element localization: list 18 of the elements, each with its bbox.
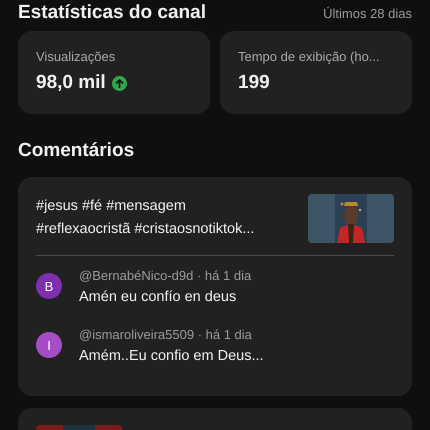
video-caption: #reflexaocristã #cristaosnotiktok... bbox=[36, 220, 254, 239]
stat-value: 98,0 mil bbox=[36, 72, 106, 94]
stat-value: 199 bbox=[238, 72, 270, 94]
stat-label: Visualizações bbox=[36, 49, 116, 64]
section-title: Comentários bbox=[18, 140, 136, 163]
period-label: Últimos 28 dias bbox=[323, 6, 412, 21]
comment-text: Amém..Eu confio em Deus... bbox=[79, 348, 264, 364]
section-title: Estatísticas do canal bbox=[18, 2, 206, 24]
stat-card[interactable]: Visualizações 98,0 mil bbox=[18, 31, 210, 114]
comment-text: Amén eu confío en deus bbox=[79, 289, 238, 305]
stat-card[interactable]: Tempo de exibição (ho... 199 bbox=[220, 31, 412, 114]
comment-meta: @BernabéNico-d9d · há 1 dia bbox=[79, 268, 252, 283]
video-caption: #jesus #fé #mensagem bbox=[36, 197, 187, 216]
comment-meta: @ismaroliveira5509 · há 1 dia bbox=[79, 327, 253, 342]
avatar[interactable]: I bbox=[36, 332, 62, 358]
video-card[interactable]: #jesus #fé #mensagem #reflexaocristã #cristaosnotiktok... B @BernabéNico-d9d · há 1 dia Amén eu confío en deus I @ismaroliveira5509 · há 1 dia Amém..Eu confio em Deus... bbox=[18, 177, 412, 396]
avatar[interactable]: B bbox=[36, 273, 62, 299]
stat-label: Tempo de exibição (ho... bbox=[238, 49, 381, 64]
